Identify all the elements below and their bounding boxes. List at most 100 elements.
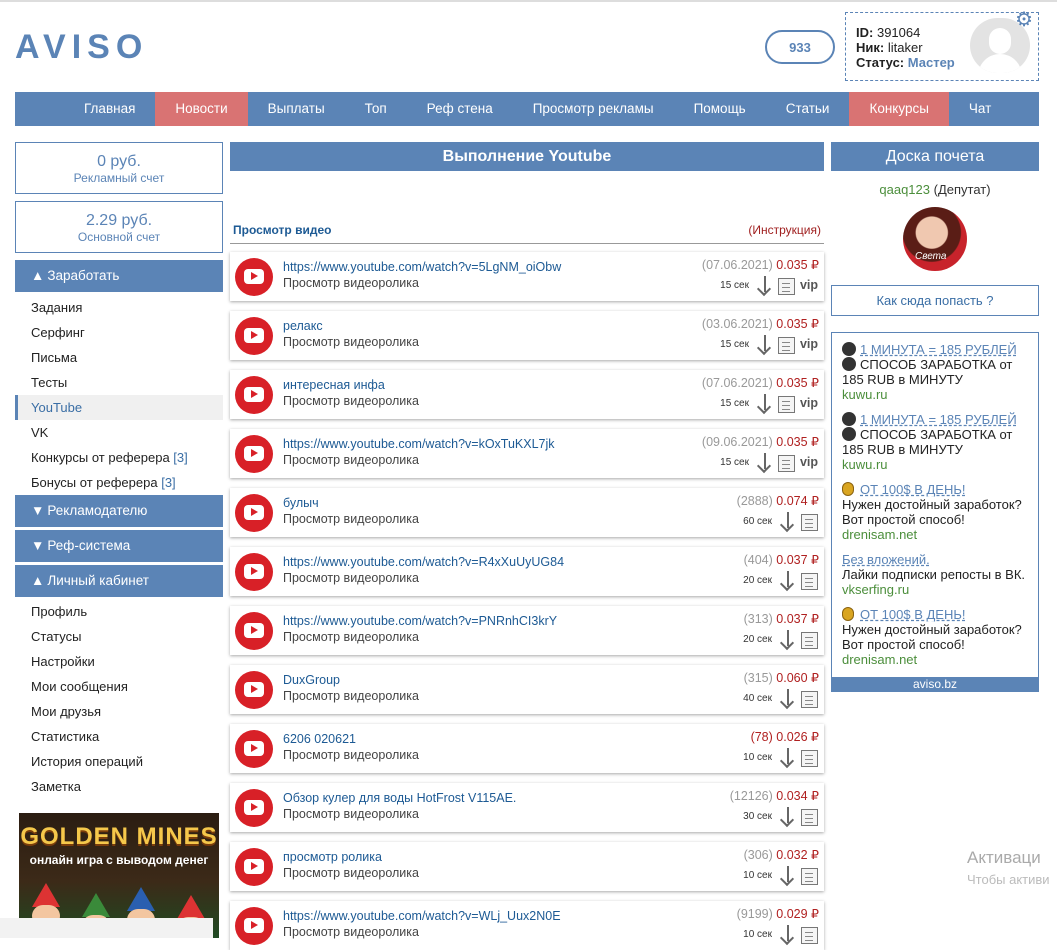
task-row[interactable]: https://www.youtube.com/watch?v=WLj_Uux2… — [230, 901, 824, 950]
edit-note-icon[interactable] — [778, 337, 795, 354]
youtube-icon[interactable] — [235, 612, 273, 650]
task-title[interactable]: https://www.youtube.com/watch?v=PNRnhCI3… — [283, 614, 557, 628]
edit-note-icon[interactable] — [801, 514, 818, 531]
how-to-get-here-button[interactable]: Как сюда попасть ? — [831, 285, 1039, 316]
section-advertiser[interactable]: ▼ Рекламодателю — [15, 495, 223, 527]
ad-domain[interactable]: kuwu.ru — [842, 457, 888, 472]
nav-articles[interactable]: Статьи — [766, 92, 850, 126]
site-logo[interactable]: AVISO — [15, 28, 148, 67]
youtube-icon[interactable] — [235, 789, 273, 827]
edit-note-icon[interactable] — [778, 455, 795, 472]
arrow-down-icon[interactable] — [756, 394, 773, 415]
youtube-icon[interactable] — [235, 258, 273, 296]
text-ad[interactable]: Без вложений. Лайки подписки репосты в В… — [842, 552, 1032, 597]
instruction-link[interactable]: (Инструкция) — [748, 223, 821, 237]
text-ad[interactable]: 1 МИНУТА = 185 РУБЛЕЙ СПОСОБ ЗАРАБОТКА о… — [842, 412, 1032, 472]
edit-note-icon[interactable] — [778, 278, 795, 295]
sidebar-item-messages[interactable]: Мои сообщения — [15, 674, 223, 699]
gear-icon[interactable]: ⚙ — [1015, 10, 1033, 30]
arrow-down-icon[interactable] — [779, 866, 796, 887]
edit-note-icon[interactable] — [801, 691, 818, 708]
section-cabinet[interactable]: ▲ Личный кабинет — [15, 565, 223, 597]
sidebar-item-letters[interactable]: Письма — [15, 345, 223, 370]
task-title[interactable]: просмотр ролика — [283, 850, 382, 864]
arrow-down-icon[interactable] — [779, 689, 796, 710]
arrow-down-icon[interactable] — [779, 748, 796, 769]
leader-name[interactable]: qaaq123 — [879, 182, 930, 197]
main-account-box[interactable]: 2.29 руб. Основной счет — [15, 201, 223, 253]
sidebar-item-tasks[interactable]: Задания — [15, 295, 223, 320]
user-status[interactable]: Мастер — [908, 55, 955, 70]
task-row[interactable]: релакс Просмотр видеоролика (03.06.2021) 0… — [230, 311, 824, 360]
text-ad[interactable]: ОТ 100$ В ДЕНЬ! Нужен достойный заработо… — [842, 482, 1032, 542]
text-ad[interactable]: 1 МИНУТА = 185 РУБЛЕЙ СПОСОБ ЗАРАБОТКА о… — [842, 342, 1032, 402]
sidebar-item-friends[interactable]: Мои друзья — [15, 699, 223, 724]
task-title[interactable]: 6206 020621 — [283, 732, 356, 746]
edit-note-icon[interactable] — [801, 868, 818, 885]
ad-account-box[interactable]: 0 руб. Рекламный счет — [15, 142, 223, 194]
nav-payouts[interactable]: Выплаты — [248, 92, 345, 126]
youtube-icon[interactable] — [235, 317, 273, 355]
task-title[interactable]: релакс — [283, 319, 323, 333]
sidebar-item-note[interactable]: Заметка — [15, 774, 223, 799]
nav-news[interactable]: Новости — [155, 92, 248, 126]
nav-home[interactable]: Главная — [64, 92, 155, 126]
task-row[interactable]: Обзор кулер для воды HotFrost V115AE. Про… — [230, 783, 824, 832]
youtube-icon[interactable] — [235, 435, 273, 473]
sidebar-item-settings[interactable]: Настройки — [15, 649, 223, 674]
ad-headline[interactable]: Без вложений. — [842, 552, 930, 567]
task-title[interactable]: интересная инфа — [283, 378, 385, 392]
arrow-down-icon[interactable] — [756, 335, 773, 356]
ad-headline[interactable]: 1 МИНУТА = 185 РУБЛЕЙ — [860, 412, 1017, 427]
arrow-down-icon[interactable] — [779, 630, 796, 651]
text-ad[interactable]: ОТ 100$ В ДЕНЬ! Нужен достойный заработо… — [842, 607, 1032, 667]
arrow-down-icon[interactable] — [779, 807, 796, 828]
arrow-down-icon[interactable] — [779, 571, 796, 592]
task-title[interactable]: DuxGroup — [283, 673, 340, 687]
task-row[interactable]: https://www.youtube.com/watch?v=PNRnhCI3… — [230, 606, 824, 655]
youtube-icon[interactable] — [235, 494, 273, 532]
edit-note-icon[interactable] — [778, 396, 795, 413]
edit-note-icon[interactable] — [801, 632, 818, 649]
task-title[interactable]: https://www.youtube.com/watch?v=kOxTuKXL… — [283, 437, 555, 451]
task-row[interactable]: https://www.youtube.com/watch?v=kOxTuKXL… — [230, 429, 824, 478]
balance-button[interactable]: 933 — [765, 30, 835, 64]
arrow-down-icon[interactable] — [756, 453, 773, 474]
nav-view-ads[interactable]: Просмотр рекламы — [513, 92, 674, 126]
nav-help[interactable]: Помощь — [674, 92, 766, 126]
task-row[interactable]: булыч Просмотр видеоролика (2888) 0.074 ₽ 6… — [230, 488, 824, 537]
leader-avatar[interactable]: Света — [903, 207, 967, 271]
task-row[interactable]: просмотр ролика Просмотр видеоролика (306)… — [230, 842, 824, 891]
ads-footer[interactable]: aviso.bz — [832, 677, 1038, 691]
ad-headline[interactable]: ОТ 100$ В ДЕНЬ! — [860, 482, 966, 497]
task-row[interactable]: https://www.youtube.com/watch?v=5LgNM_oi… — [230, 252, 824, 301]
edit-note-icon[interactable] — [801, 750, 818, 767]
sidebar-item-statuses[interactable]: Статусы — [15, 624, 223, 649]
task-title[interactable]: Обзор кулер для воды HotFrost V115AE. — [283, 791, 516, 805]
sidebar-item-stats[interactable]: Статистика — [15, 724, 223, 749]
nav-top[interactable]: Топ — [345, 92, 407, 126]
ad-domain[interactable]: kuwu.ru — [842, 387, 888, 402]
ad-headline[interactable]: 1 МИНУТА = 185 РУБЛЕЙ — [860, 342, 1017, 357]
youtube-icon[interactable] — [235, 376, 273, 414]
ad-headline[interactable]: ОТ 100$ В ДЕНЬ! — [860, 607, 966, 622]
sidebar-item-ref-bonuses[interactable]: Бонусы от реферера [3] — [15, 470, 223, 495]
sidebar-item-tests[interactable]: Тесты — [15, 370, 223, 395]
sidebar-item-profile[interactable]: Профиль — [15, 599, 223, 624]
task-title[interactable]: https://www.youtube.com/watch?v=R4xXuUyU… — [283, 555, 564, 569]
nav-chat[interactable]: Чат — [949, 92, 1011, 126]
section-earn[interactable]: ▲ Заработать — [15, 260, 223, 292]
task-row[interactable]: DuxGroup Просмотр видеоролика (315) 0.060 … — [230, 665, 824, 714]
edit-note-icon[interactable] — [801, 809, 818, 826]
youtube-icon[interactable] — [235, 671, 273, 709]
sidebar-item-surfing[interactable]: Серфинг — [15, 320, 223, 345]
ad-domain[interactable]: drenisam.net — [842, 652, 917, 667]
task-row[interactable]: https://www.youtube.com/watch?v=R4xXuUyU… — [230, 547, 824, 596]
edit-note-icon[interactable] — [801, 573, 818, 590]
sidebar-item-vk[interactable]: VK — [15, 420, 223, 445]
nav-contests[interactable]: Конкурсы — [849, 92, 949, 126]
arrow-down-icon[interactable] — [756, 276, 773, 297]
youtube-icon[interactable] — [235, 553, 273, 591]
youtube-icon[interactable] — [235, 730, 273, 768]
youtube-icon[interactable] — [235, 848, 273, 886]
